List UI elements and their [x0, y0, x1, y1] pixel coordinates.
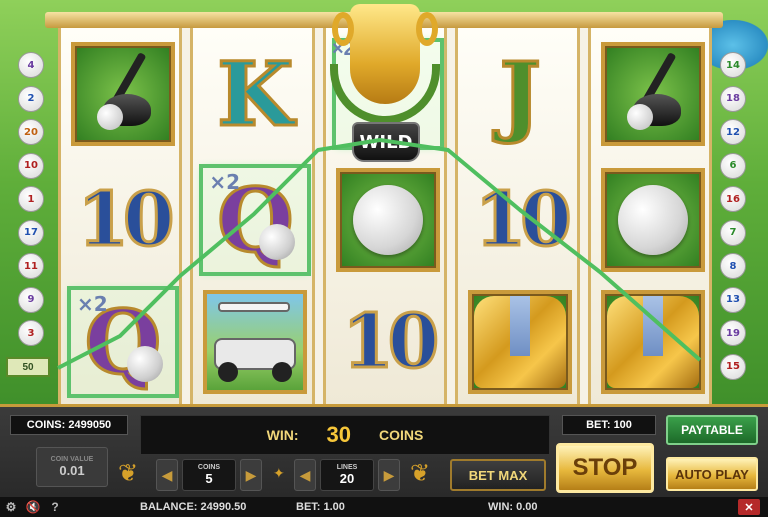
ten-label: 10: [76, 176, 176, 265]
jacket-icon: [606, 296, 699, 388]
payline-marker[interactable]: 3: [18, 320, 44, 346]
payline-marker[interactable]: 16: [720, 186, 746, 212]
symbol-queen-x2: ×2 Q: [67, 286, 179, 398]
payline-marker[interactable]: 10: [18, 152, 44, 179]
symbol-ten: 10: [336, 290, 441, 394]
slot-game: 10 ×2 Q K ×2 Q 10 J 10 ×2 WILD 4 2 20 10…: [0, 0, 768, 517]
payline-marker[interactable]: 20: [18, 119, 44, 145]
coins-stepper: ◀ COINS 5 ▶: [156, 459, 262, 491]
driver-icon: [83, 52, 163, 134]
symbol-driver: [600, 42, 705, 146]
lines-count: 20: [339, 471, 355, 486]
payline-marker[interactable]: 9: [18, 286, 44, 313]
multiplier-badge: ×2: [77, 292, 108, 316]
payline-marker[interactable]: 12: [720, 119, 746, 145]
symbol-ten: 10: [71, 168, 176, 272]
ten-label: 10: [341, 298, 441, 387]
star-icon: ✦: [273, 465, 285, 481]
coin-value-label: COIN VALUE: [50, 456, 94, 463]
coins-count: 5: [205, 471, 213, 486]
lines-value-box: LINES 20: [320, 459, 374, 491]
win-amount: 30: [326, 422, 352, 447]
symbol-driver: [71, 42, 175, 146]
lines-label: LINES: [336, 464, 358, 471]
symbol-gold-jacket: [468, 290, 573, 394]
payline-marker[interactable]: 2: [18, 85, 44, 112]
coins-display: COINS: 2499050: [10, 415, 128, 435]
payline-markers-right: 14 18 12 6 16 7 8 13 19 15: [720, 52, 750, 380]
driver-icon: [613, 52, 693, 134]
auto-play-button[interactable]: AUTO PLAY: [666, 457, 758, 491]
ten-label: 10: [473, 176, 573, 265]
symbol-golf-cart: [203, 290, 308, 394]
symbol-ten: 10: [468, 168, 573, 272]
mute-icon[interactable]: 🔇: [22, 500, 44, 514]
coin-value: 0.01: [59, 463, 85, 478]
payline-marker[interactable]: 14: [720, 52, 746, 78]
payline-marker[interactable]: 13: [720, 286, 746, 313]
symbol-gold-jacket: [600, 290, 705, 394]
payline-marker[interactable]: 17: [18, 219, 44, 246]
payline-marker[interactable]: 15: [720, 353, 746, 380]
symbol-queen-x2: ×2 Q: [199, 164, 312, 276]
payline-marker[interactable]: 6: [720, 152, 746, 179]
reel-2: K ×2 Q: [190, 28, 315, 404]
payline-marker[interactable]: 19: [720, 320, 746, 346]
win-display: WIN: 30 COINS: [140, 415, 550, 455]
king-label: K: [216, 42, 296, 146]
laurel-right-icon: ❦: [410, 460, 431, 487]
payline-marker[interactable]: 18: [720, 85, 746, 112]
symbol-king: K: [203, 42, 307, 146]
payline-markers-left: 4 2 20 10 1 17 11 9 3: [18, 52, 48, 346]
bet-text: BET: 1.00: [296, 501, 345, 513]
coin-value-selector[interactable]: COIN VALUE 0.01: [36, 447, 108, 487]
help-icon[interactable]: ?: [44, 500, 66, 514]
payline-marker[interactable]: 4: [18, 52, 44, 78]
coins-value-box: COINS 5: [182, 459, 236, 491]
jacket-icon: [474, 296, 567, 388]
coins-decrease-button[interactable]: ◀: [156, 459, 178, 491]
jack-label: J: [498, 42, 543, 146]
golf-ball-icon: [352, 185, 423, 255]
payline-marker[interactable]: 8: [720, 253, 746, 279]
coins-increase-button[interactable]: ▶: [240, 459, 262, 491]
laurel-left-icon: ❦: [118, 460, 139, 487]
stop-button[interactable]: STOP: [556, 443, 654, 493]
lines-stepper: ◀ LINES 20 ▶: [294, 459, 400, 491]
wild-trophy: ×2 WILD: [330, 4, 440, 184]
reel-4: J 10: [455, 28, 580, 404]
balance-text: BALANCE: 24990.50: [140, 501, 247, 513]
reel-1: 10 ×2 Q: [58, 28, 183, 404]
status-bar: ⚙ 🔇 ? BALANCE: 24990.50 BET: 1.00 WIN: 0…: [0, 497, 768, 517]
symbol-jack: J: [468, 42, 572, 146]
golf-cart-icon: [210, 302, 300, 382]
bet-max-button[interactable]: BET MAX: [450, 459, 546, 491]
reel-5: [587, 28, 713, 404]
active-line-indicator: 50: [6, 357, 50, 377]
golf-ball-icon: [127, 346, 163, 382]
win-text: WIN: 0.00: [488, 501, 538, 513]
payline-marker[interactable]: 11: [18, 253, 44, 279]
trophy-icon: [332, 4, 438, 104]
paytable-button[interactable]: PAYTABLE: [666, 415, 758, 445]
payline-marker[interactable]: 1: [18, 186, 44, 212]
coins-label: COINS: [197, 464, 221, 471]
lines-decrease-button[interactable]: ◀: [294, 459, 316, 491]
wild-label: WILD: [352, 122, 420, 162]
settings-icon[interactable]: ⚙: [0, 500, 22, 514]
bet-display: BET: 100: [562, 415, 656, 435]
win-label: WIN:: [266, 427, 299, 443]
lines-increase-button[interactable]: ▶: [378, 459, 400, 491]
symbol-golf-ball: [600, 168, 705, 272]
win-unit: COINS: [379, 427, 424, 443]
close-button[interactable]: ✕: [738, 499, 760, 515]
payline-marker[interactable]: 7: [720, 219, 746, 246]
multiplier-badge: ×2: [209, 170, 241, 194]
golf-ball-icon: [617, 185, 688, 255]
